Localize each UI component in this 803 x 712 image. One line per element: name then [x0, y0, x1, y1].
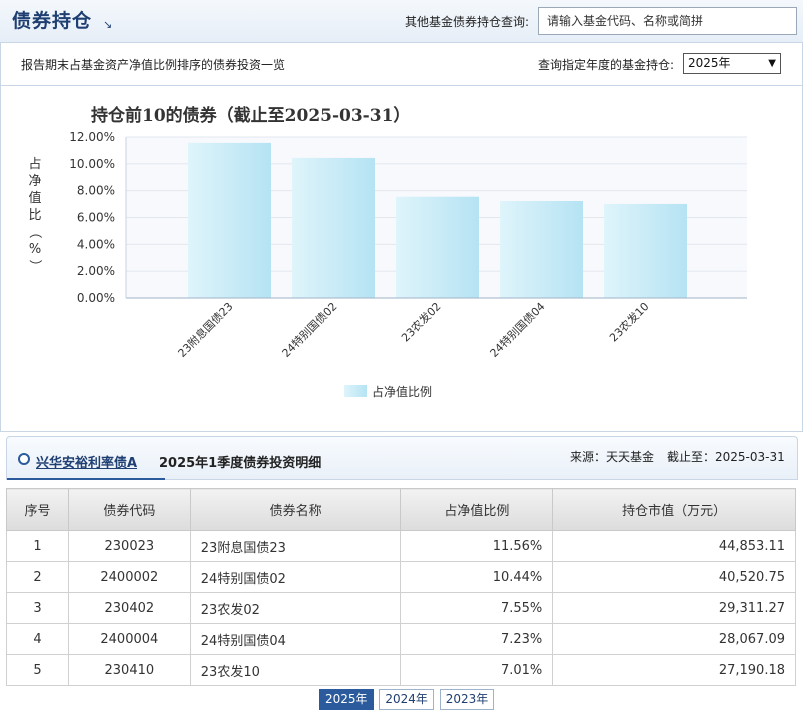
table-row: 2 2400002 24特别国债02 10.44% 40,520.75: [6, 561, 796, 593]
bar: [500, 200, 583, 298]
cell-index: 3: [6, 592, 69, 624]
table-header-row: 序号 债券代码 债券名称 占净值比例 持仓市值（万元）: [6, 488, 796, 531]
cell-index: 1: [6, 530, 69, 562]
cell-code: 230402: [67, 592, 191, 624]
year-tab-2024[interactable]: 2024年: [379, 689, 434, 710]
table-row: 1 230023 23附息国债23 11.56% 44,853.11: [6, 530, 796, 562]
bar: [396, 196, 479, 298]
sub-bar: 报告期末占基金资产净值比例排序的债券投资一览 查询指定年度的基金持仓: 2025…: [0, 43, 803, 86]
cell-name: 24特别国债02: [189, 561, 402, 593]
cell-code: 2400004: [67, 623, 191, 655]
y-tick-label: 2.00%: [77, 264, 115, 278]
y-tick-label: 10.00%: [69, 157, 115, 171]
cell-code: 230410: [67, 654, 191, 686]
expand-arrow-icon[interactable]: ↘: [103, 18, 112, 31]
bar: [292, 157, 375, 298]
chevron-down-icon: ▼: [768, 58, 776, 69]
legend-swatch: [344, 385, 367, 397]
y-tick-label: 6.00%: [77, 211, 115, 225]
cell-ratio: 7.01%: [400, 654, 554, 686]
cell-index: 2: [6, 561, 69, 593]
detail-header: 兴华安裕利率债A 2025年1季度债券投资明细 来源：天天基金 截止至：2025…: [6, 436, 798, 480]
top-bar: 债券持仓 ↘ 其他基金债券持仓查询:: [0, 0, 803, 43]
cell-value: 44,853.11: [552, 530, 796, 562]
y-tick-label: 8.00%: [77, 184, 115, 198]
cell-value: 40,520.75: [552, 561, 796, 593]
y-tick-label: 4.00%: [77, 237, 115, 251]
fund-name-link[interactable]: 兴华安裕利率债A: [36, 452, 137, 471]
cell-ratio: 7.55%: [400, 592, 554, 624]
col-header-name: 债券名称: [189, 488, 402, 531]
page-title: 债券持仓: [12, 10, 93, 32]
cell-index: 4: [6, 623, 69, 655]
bar: [188, 142, 271, 298]
col-header-ratio: 占净值比例: [400, 488, 554, 531]
cell-name: 24特别国债04: [189, 623, 402, 655]
detail-title: 2025年1季度债券投资明细: [159, 456, 322, 471]
year-select-value: 2025年: [688, 56, 731, 70]
legend-label: 占净值比例: [372, 384, 432, 399]
y-axis-label-char: 占: [28, 157, 41, 172]
bar: [604, 203, 687, 298]
cell-ratio: 10.44%: [400, 561, 554, 593]
fund-query-label: 其他基金债券持仓查询:: [405, 15, 530, 29]
x-tick-label: 24特别国债04: [487, 299, 548, 360]
chart-panel: 持仓前10的债券（截止至2025-03-31） 0.00% 2.00% 4.00% 6.…: [0, 85, 803, 432]
fund-search-input[interactable]: [538, 7, 797, 35]
chart-title: 持仓前10的债券（截止至2025-03-31）: [91, 105, 410, 126]
title-underline: [7, 478, 165, 480]
x-tick-label: 23农发10: [606, 299, 651, 344]
year-tabs: 2025年 2024年 2023年: [319, 689, 496, 710]
cell-ratio: 7.23%: [400, 623, 554, 655]
col-header-value: 持仓市值（万元）: [552, 488, 796, 531]
table-row: 3 230402 23农发02 7.55% 29,311.27: [6, 592, 796, 624]
cell-name: 23农发02: [189, 592, 402, 624]
as-of-date: 截止至：2025-03-31: [667, 450, 785, 464]
x-tick-label: 23农发02: [398, 299, 443, 344]
cell-index: 5: [6, 654, 69, 686]
cell-code: 230023: [67, 530, 191, 562]
holdings-description: 报告期末占基金资产净值比例排序的债券投资一览: [21, 58, 286, 72]
cell-value: 27,190.18: [552, 654, 796, 686]
col-header-index: 序号: [6, 488, 69, 531]
year-select-label: 查询指定年度的基金持仓:: [538, 58, 675, 72]
y-tick-label: 0.00%: [77, 291, 115, 305]
y-axis-label-char: （: [27, 225, 42, 238]
cell-ratio: 11.56%: [400, 530, 554, 562]
cell-name: 23附息国债23: [189, 530, 402, 562]
x-tick-label: 23附息国债23: [175, 299, 236, 360]
col-header-code: 债券代码: [67, 488, 191, 531]
cell-value: 29,311.27: [552, 592, 796, 624]
bond-holdings-chart: 持仓前10的债券（截止至2025-03-31） 0.00% 2.00% 4.00% 6.…: [27, 105, 747, 399]
table-row: 4 2400004 24特别国债04 7.23% 28,067.09: [6, 623, 796, 655]
y-tick-label: 12.00%: [69, 130, 115, 144]
y-axis-label-char: %: [29, 242, 41, 257]
year-tab-2023[interactable]: 2023年: [439, 689, 495, 710]
year-select[interactable]: 2025年 ▼: [683, 53, 781, 74]
circle-icon: [18, 453, 30, 465]
y-axis-label-char: ）: [27, 259, 42, 272]
y-axis-label-char: 值: [28, 190, 41, 206]
year-tab-2025[interactable]: 2025年: [319, 689, 374, 710]
y-axis-label-char: 比: [28, 208, 41, 223]
data-source: 来源：天天基金: [570, 450, 655, 464]
cell-name: 23农发10: [189, 654, 402, 686]
bond-table: 序号 债券代码 债券名称 占净值比例 持仓市值（万元） 1 230023 23附…: [6, 488, 796, 686]
table-row: 5 230410 23农发10 7.01% 27,190.18: [6, 654, 796, 686]
cell-code: 2400002: [67, 561, 191, 593]
y-axis-label-char: 净: [28, 174, 41, 189]
x-tick-label: 24特别国债02: [279, 299, 340, 360]
cell-value: 28,067.09: [552, 623, 796, 655]
